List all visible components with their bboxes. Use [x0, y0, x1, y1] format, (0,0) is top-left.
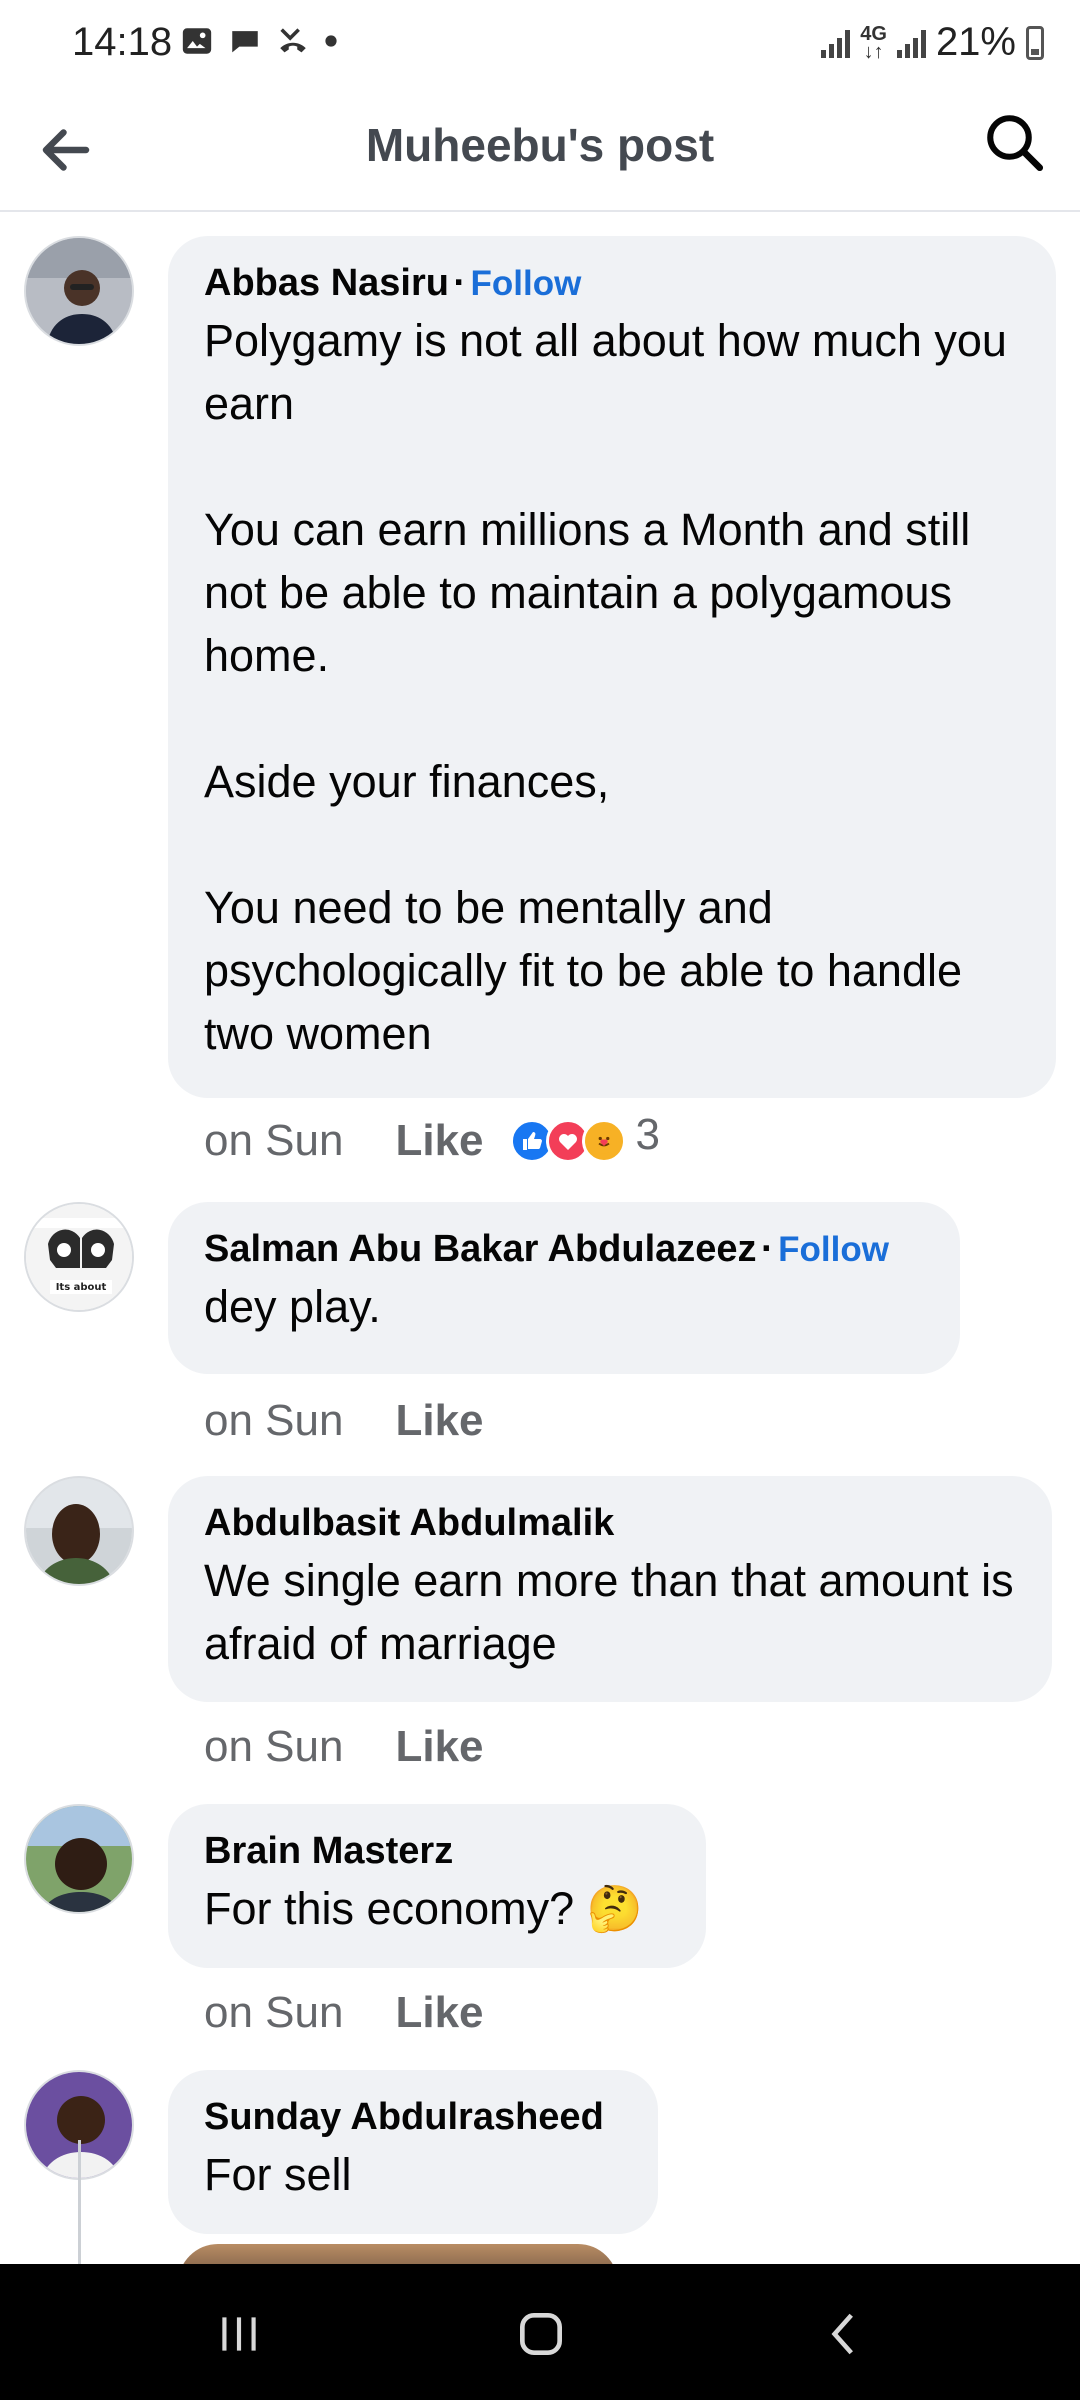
- comment-time[interactable]: on Sun: [204, 1988, 343, 2038]
- reactions-summary[interactable]: [509, 1119, 626, 1163]
- comment-author[interactable]: Abdulbasit Abdulmalik: [204, 1502, 614, 1544]
- comment-bubble[interactable]: Brain Masterz For this economy? 🤔: [168, 1804, 706, 1968]
- comment-time[interactable]: on Sun: [204, 1116, 343, 1166]
- comment-text: Polygamy is not all about how much you e…: [204, 315, 1007, 1059]
- recent-apps-icon: [222, 2317, 256, 2351]
- like-button[interactable]: Like: [395, 1116, 483, 1166]
- user-photo-icon: [26, 1478, 132, 1584]
- system-nav-bar: [0, 2264, 1080, 2400]
- follow-button[interactable]: Follow: [471, 264, 582, 303]
- search-icon: [987, 115, 1044, 172]
- recent-apps-button[interactable]: [194, 2294, 284, 2374]
- comment-actions: on Sun Like: [204, 1722, 484, 1772]
- comment-text: We single earn more than that amount is …: [204, 1555, 1027, 1669]
- avatar[interactable]: [24, 1476, 134, 1586]
- comment-bubble[interactable]: Salman Abu Bakar Abdulazeez · Follow dey…: [168, 1202, 960, 1374]
- like-button[interactable]: Like: [395, 1396, 483, 1446]
- home-icon: [520, 2313, 562, 2355]
- comment-time[interactable]: on Sun: [204, 1722, 343, 1772]
- comment-actions: on Sun Like: [204, 1396, 484, 1446]
- home-button[interactable]: [496, 2294, 586, 2374]
- separator-dot: ·: [453, 262, 467, 304]
- follow-button[interactable]: Follow: [778, 1230, 889, 1269]
- group-logo-icon: Its about: [26, 1204, 132, 1310]
- comment-actions: on Sun Like 3: [204, 1110, 660, 1166]
- comment-bubble[interactable]: Sunday Abdulrasheed For sell: [168, 2070, 658, 2234]
- signal-icon: [821, 28, 851, 58]
- comment-author[interactable]: Salman Abu Bakar Abdulazeez: [204, 1228, 757, 1270]
- like-button[interactable]: Like: [395, 1722, 483, 1772]
- user-photo-icon: [26, 1806, 132, 1912]
- comment-actions: on Sun Like: [204, 1988, 484, 2038]
- comment-bubble[interactable]: Abdulbasit Abdulmalik We single earn mor…: [168, 1476, 1052, 1702]
- comment-bubble[interactable]: Abbas Nasiru · Follow Polygamy is not al…: [168, 236, 1056, 1098]
- reaction-count[interactable]: 3: [636, 1110, 660, 1160]
- status-right: 4G ↓↑ 21%: [821, 20, 1044, 65]
- comment-author[interactable]: Sunday Abdulrasheed: [204, 2096, 604, 2138]
- search-button[interactable]: [982, 110, 1052, 180]
- image-notification-icon: [182, 28, 212, 54]
- status-time: 14:18: [72, 20, 173, 64]
- battery-icon: [1026, 25, 1044, 60]
- app-header: Muheebu's post: [0, 90, 1080, 212]
- care-reaction-icon: [581, 1119, 626, 1163]
- comment-text: For sell: [204, 2149, 352, 2200]
- signal-icon-2: [896, 28, 926, 58]
- comment-author[interactable]: Abbas Nasiru: [204, 262, 449, 304]
- avatar[interactable]: [24, 1804, 134, 1914]
- network-type: 4G ↓↑: [860, 22, 887, 63]
- chevron-left-icon: [831, 2313, 853, 2355]
- page-title: Muheebu's post: [365, 119, 715, 171]
- svg-text:Its about: Its about: [56, 1282, 107, 1293]
- avatar[interactable]: [24, 236, 134, 346]
- reply-thread-line: [78, 2140, 81, 2264]
- comment-author[interactable]: Brain Masterz: [204, 1830, 453, 1872]
- user-photo-icon: [26, 238, 132, 344]
- notification-icons: [180, 24, 338, 58]
- comment-text: dey play.: [204, 1281, 381, 1332]
- like-button[interactable]: Like: [395, 1988, 483, 2038]
- status-bar: 14:18 4G ↓↑ 21%: [0, 0, 1080, 90]
- more-notifications-dot-icon: [325, 35, 337, 47]
- comment-time[interactable]: on Sun: [204, 1396, 343, 1446]
- battery-percent: 21%: [935, 20, 1016, 64]
- comment-text: For this economy? 🤔: [204, 1883, 643, 1934]
- missed-call-icon: [280, 28, 306, 53]
- back-nav-button[interactable]: [800, 2294, 890, 2374]
- avatar[interactable]: Its about: [24, 1202, 134, 1312]
- separator-dot: ·: [761, 1228, 774, 1270]
- chat-notification-icon: [232, 31, 258, 53]
